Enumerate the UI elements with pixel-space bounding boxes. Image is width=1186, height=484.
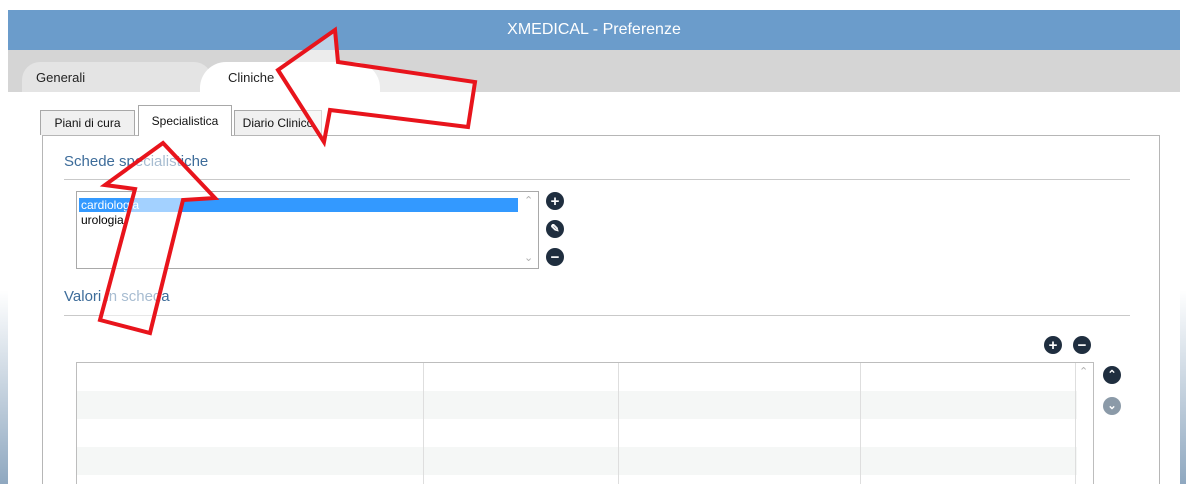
- annotation-arrows: [97, 26, 478, 336]
- annotation-arrow-specialistica: [97, 140, 220, 336]
- annotation-arrow-cliniche: [275, 26, 478, 148]
- preferences-window: XMEDICAL - Preferenze Generali Cliniche …: [0, 0, 1186, 484]
